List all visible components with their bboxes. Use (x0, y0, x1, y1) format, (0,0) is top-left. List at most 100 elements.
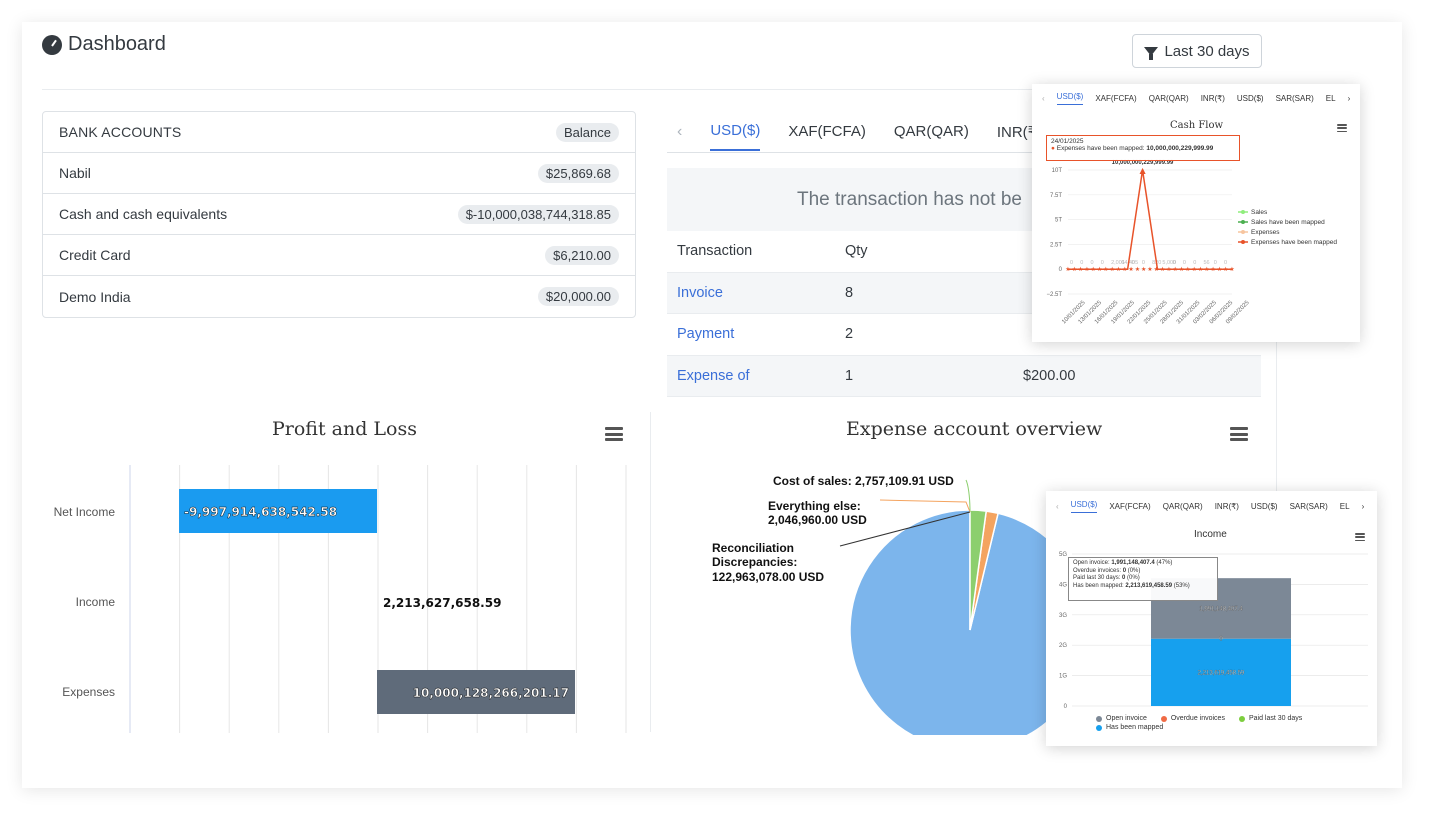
legend-marker (1241, 240, 1245, 244)
tab-xaf[interactable]: XAF(FCFA) (788, 123, 866, 140)
cashflow-menu-icon[interactable] (1337, 124, 1347, 132)
tooltip-line: Has been mapped: 2,213,619,458.59 (53%) (1073, 583, 1213, 591)
y-tick-label: 7.5T (1050, 193, 1062, 199)
series-marker: ★ (1185, 266, 1190, 273)
bank-account-name: Nabil (59, 165, 91, 181)
legend-marker (1241, 210, 1245, 214)
legend-marker (1241, 230, 1245, 234)
series-marker: ★ (1116, 266, 1121, 273)
tooltip-line: Overdue invoices: 0 (0%) (1073, 568, 1213, 576)
bank-account-amount: $-10,000,038,744,318.85 (457, 204, 619, 224)
transaction-qty: 8 (845, 284, 854, 301)
tab-usd[interactable]: USD($) (710, 122, 761, 151)
legend-dot-icon (1096, 715, 1102, 722)
mini-tab[interactable]: USD($) (1237, 94, 1264, 103)
tooltip-pct: (0%) (1125, 575, 1140, 581)
series-marker: ★ (1065, 266, 1070, 273)
chevron-left-icon[interactable]: ‹ (677, 123, 682, 141)
bank-account-name: Cash and cash equivalents (59, 206, 228, 222)
category-label: Net Income (54, 505, 116, 519)
y-tick-label: 3G (1059, 613, 1067, 619)
legend-dot-icon (1238, 715, 1245, 722)
mini-tab[interactable]: EL (1340, 502, 1350, 511)
cashflow-chart: 10T7.5T5T2.5T0−2.5T0 0 0 0 2,00164,4050 0 820 5… (1046, 160, 1337, 325)
bank-account-row[interactable]: Nabil $25,869.68 (43, 153, 635, 194)
mini-tab[interactable]: INR(₹) (1215, 502, 1239, 511)
mini-tab[interactable]: USD($) (1070, 500, 1098, 513)
legend-label: Expenses (1251, 229, 1280, 236)
series-marker: ★ (1109, 266, 1114, 273)
chevron-right-icon[interactable]: › (1348, 94, 1351, 103)
tooltip-line: ● Expenses have been mapped: 10,000,000,… (1051, 145, 1235, 152)
tooltip-label: Paid last 30 days: (1073, 575, 1123, 581)
y-tick-label: −2.5T (1046, 292, 1062, 298)
transaction-link[interactable]: Payment (667, 326, 845, 342)
income-title: Income (1194, 529, 1227, 540)
mini-tab[interactable]: XAF(FCFA) (1095, 94, 1136, 103)
mini-tab[interactable]: QAR(QAR) (1149, 94, 1189, 103)
mini-tab[interactable]: INR(₹) (1201, 94, 1225, 103)
data-label: 122,963,078.00 USD (712, 570, 824, 584)
chevron-left-icon[interactable]: ‹ (1042, 94, 1045, 103)
expense-overview-menu-icon[interactable] (1230, 427, 1248, 441)
balance-badge: Balance (556, 122, 619, 142)
legend-item[interactable]: Paid last 30 days (1238, 715, 1302, 722)
y-tick-label: 5T (1055, 218, 1062, 224)
profit-loss-menu-icon[interactable] (605, 427, 623, 441)
data-label: Discrepancies: (712, 555, 797, 569)
bank-account-row[interactable]: Demo India $20,000.00 (43, 276, 635, 317)
mini-tab[interactable]: USD($) (1056, 92, 1084, 105)
transaction-qty: 1 (845, 367, 854, 384)
data-label: Cost of sales: 2,757,109.91 USD (773, 474, 954, 488)
series-marker: ★ (1135, 266, 1140, 273)
page-title: Dashboard (42, 33, 166, 56)
bar-label: 10,000,128,266,201.17 (413, 686, 569, 700)
transaction-qty: 2 (845, 326, 854, 343)
profit-loss-chart: Net Income Income Expenses -9,997,914,638,5… (54, 465, 627, 733)
tooltip-label: Has been mapped: (1073, 582, 1126, 589)
date-filter-button[interactable]: Last 30 days (1132, 34, 1262, 68)
income-menu-icon[interactable] (1355, 533, 1365, 541)
series-marker: ★ (1084, 266, 1089, 273)
bank-account-row[interactable]: Cash and cash equivalents $-10,000,038,7… (43, 194, 635, 235)
income-popup: ‹ USD($) XAF(FCFA) QAR(QAR) INR(₹) USD($… (1046, 491, 1377, 746)
mini-tab[interactable]: USD($) (1251, 502, 1278, 511)
tooltip-line: Open invoice: 1,991,148,407.4 (47%) (1073, 560, 1213, 568)
bank-account-name: Demo India (59, 288, 131, 305)
legend-item[interactable]: Has been mapped (1096, 724, 1163, 731)
y-tick-label: 2G (1059, 643, 1067, 649)
series-marker: ★ (1078, 266, 1083, 273)
bank-account-row[interactable]: Credit Card $6,210.00 (43, 235, 635, 276)
legend-label: Sales have been mapped (1251, 219, 1325, 226)
bar-label: 2,213,619,458.59 (1198, 670, 1245, 676)
mini-tab[interactable]: SAR(SAR) (1290, 502, 1328, 511)
legend-dot-icon (1160, 715, 1167, 722)
dashboard-icon (42, 34, 62, 55)
legend-item[interactable]: Overdue invoices (1160, 715, 1225, 722)
legend-item[interactable]: Open invoice (1096, 715, 1147, 722)
y-tick-label: 10T (1052, 168, 1063, 174)
y-tick-label: 4G (1059, 582, 1067, 588)
chevron-right-icon[interactable]: › (1362, 502, 1365, 511)
series-marker: ★ (1160, 266, 1165, 273)
bar-label: -9,997,914,638,542.58 (184, 505, 337, 519)
mini-tab[interactable]: EL (1326, 94, 1336, 103)
mini-tab[interactable]: SAR(SAR) (1276, 94, 1314, 103)
legend-label: Has been mapped (1106, 724, 1164, 731)
chevron-left-icon[interactable]: ‹ (1056, 502, 1059, 511)
legend-dot-icon (1096, 724, 1102, 731)
tab-qar[interactable]: QAR(QAR) (894, 123, 969, 140)
transaction-link[interactable]: Invoice (667, 285, 845, 301)
bank-account-amount: $20,000.00 (537, 287, 619, 306)
series-marker: ★ (1204, 266, 1209, 273)
cashflow-popup: ‹ USD($) XAF(FCFA) QAR(QAR) INR(₹) USD($… (1032, 84, 1360, 342)
tooltip-value: 10,000,000,229,999.99 (1146, 145, 1214, 152)
mini-tab[interactable]: QAR(QAR) (1163, 502, 1203, 511)
series-marker: ★ (1103, 266, 1108, 273)
tooltip-pct: (47%) (1154, 560, 1173, 566)
mini-tab[interactable]: XAF(FCFA) (1109, 502, 1150, 511)
category-label: Expenses (62, 685, 115, 699)
income-legend: Open invoice Overdue invoices Paid last … (1096, 715, 1366, 731)
transaction-link[interactable]: Expense of (667, 368, 845, 384)
tooltip-pct: (0%) (1126, 567, 1141, 574)
